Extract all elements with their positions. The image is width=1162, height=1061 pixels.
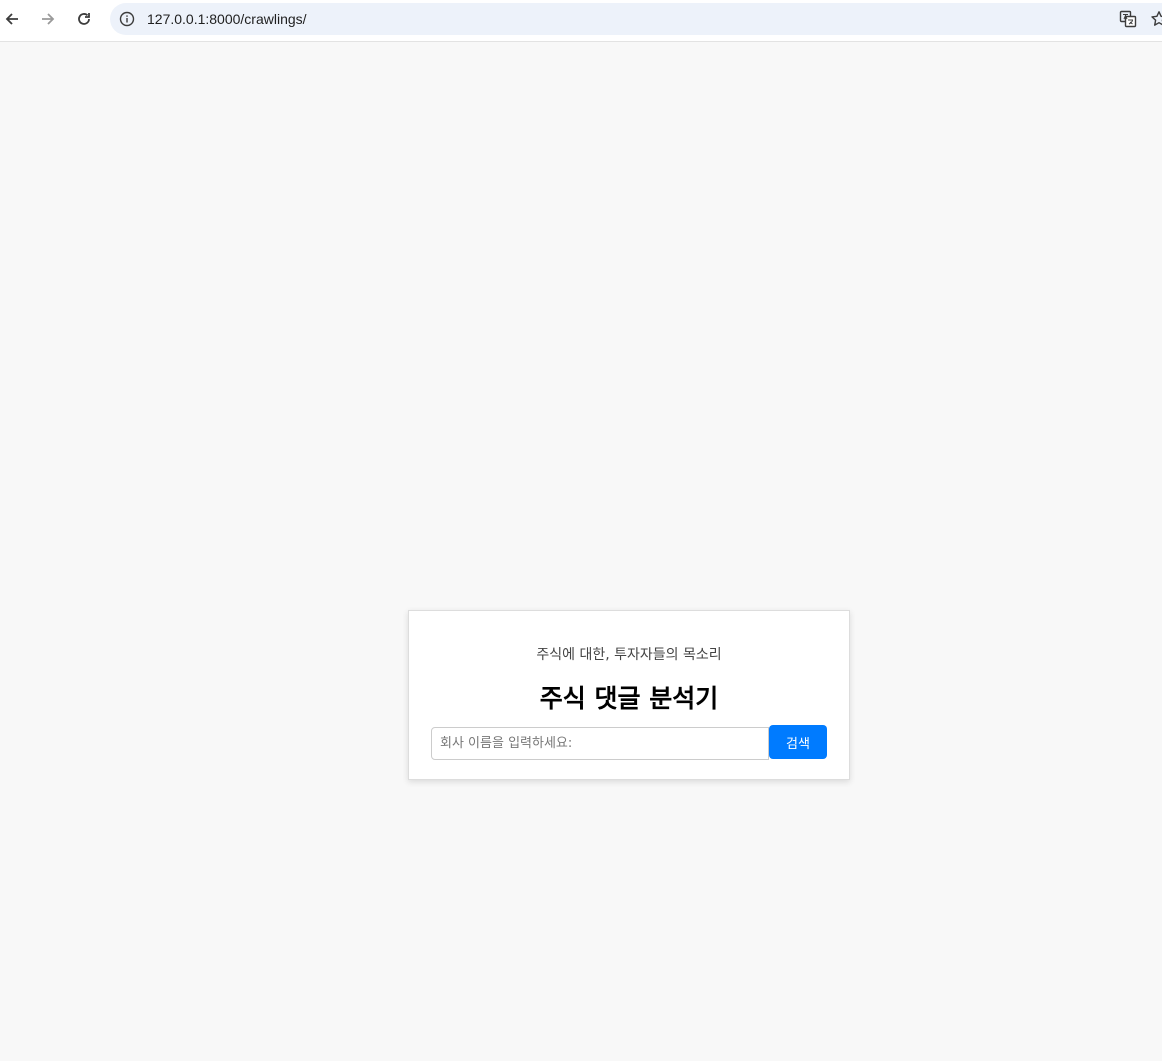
company-search-input[interactable] <box>431 727 769 760</box>
subtitle: 주식에 대한, 투자자들의 목소리 <box>536 647 722 663</box>
page-title: 주식 댓글 분석기 <box>539 684 719 713</box>
reload-button[interactable] <box>72 7 96 31</box>
back-button[interactable] <box>0 7 24 31</box>
search-button[interactable]: 검색 <box>769 725 827 759</box>
arrow-right-icon <box>42 13 55 25</box>
search-card: 주식에 대한, 투자자들의 목소리 주식 댓글 분석기 검색 <box>408 610 850 780</box>
reload-icon <box>78 13 90 25</box>
browser-toolbar: 127.0.0.1:8000/crawlings/ <box>0 0 1162 42</box>
address-bar[interactable]: 127.0.0.1:8000/crawlings/ <box>110 3 1162 35</box>
translate-icon[interactable] <box>1119 10 1137 28</box>
star-icon[interactable] <box>1150 10 1162 28</box>
arrow-left-icon <box>5 13 18 25</box>
url-text[interactable]: 127.0.0.1:8000/crawlings/ <box>147 11 307 27</box>
info-icon[interactable] <box>119 11 135 27</box>
forward-button[interactable] <box>36 7 60 31</box>
